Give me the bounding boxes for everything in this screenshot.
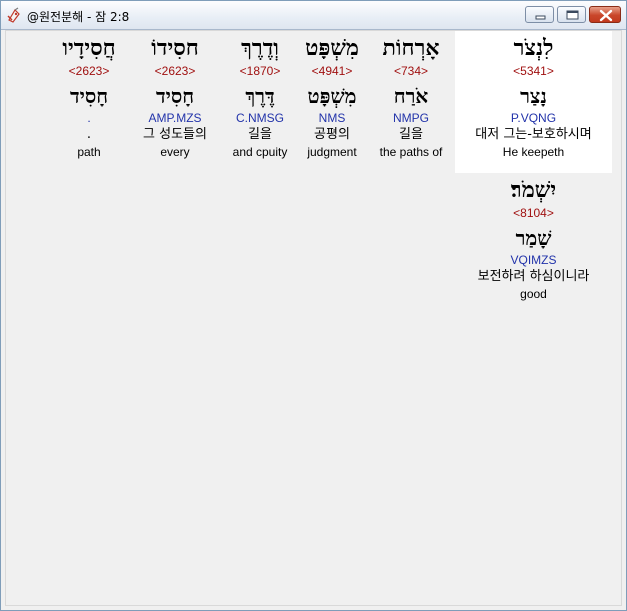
- hebrew-lemma: מִשְׁפָּט: [307, 84, 357, 108]
- korean-gloss: 길을: [399, 127, 423, 142]
- hebrew-lemma: חָסִיד: [69, 84, 109, 108]
- hebrew-word: מִשְׁפָּט: [305, 35, 359, 61]
- morphology-code: VQIMZS: [510, 253, 557, 267]
- korean-gloss: 대저 그는-보호하시며: [475, 127, 592, 142]
- morphology-code: C.NMSG: [236, 111, 284, 125]
- english-gloss: good: [520, 287, 547, 301]
- morphology-code: NMPG: [393, 111, 429, 125]
- hebrew-word: יִשְׁמֹר׃: [510, 177, 557, 203]
- strong-number[interactable]: <734>: [368, 63, 454, 79]
- word-column[interactable]: חסִידוֹ <2623> חָסִיד AMP.MZS 그 성도들의 eve…: [132, 33, 218, 160]
- strong-number[interactable]: <2623>: [46, 63, 132, 79]
- word-column[interactable]: אָרְחוֹת <734> אֹרַח NMPG 길을 the paths o…: [368, 33, 454, 160]
- english-gloss: the paths of: [379, 145, 443, 159]
- korean-gloss: 길을: [248, 127, 272, 142]
- strong-number[interactable]: <8104>: [455, 205, 612, 221]
- hebrew-word: חסִידוֹ: [151, 35, 199, 61]
- app-window: @원전분해 - 잠 2:8 חֲסִידָיו <2623> חָסִיד .: [0, 0, 627, 611]
- hebrew-word: חֲסִידָיו: [62, 35, 116, 61]
- morphology-code: P.VQNG: [510, 111, 557, 125]
- korean-gloss: 그 성도들의: [143, 127, 207, 142]
- morphology-code: .: [87, 111, 91, 125]
- korean-gloss: 공평의: [314, 127, 350, 142]
- hebrew-lemma: שָׁמַר: [515, 226, 552, 250]
- app-logo-icon: [6, 7, 22, 23]
- word-column-selected[interactable]: לִנְצֹר <5341> נָצַר P.VQNG 대저 그는-보호하시며 …: [455, 33, 612, 160]
- morphology-code: AMP.MZS: [148, 111, 202, 125]
- window-title: @원전분해 - 잠 2:8: [27, 10, 130, 24]
- word-column[interactable]: חֲסִידָיו <2623> חָסִיד . . path: [46, 33, 132, 160]
- korean-gloss: 보전하려 하심이니라: [477, 269, 590, 284]
- korean-gloss: .: [86, 127, 92, 142]
- english-gloss: judgment: [307, 145, 357, 159]
- minimize-button[interactable]: [525, 6, 554, 23]
- hebrew-word: לִנְצֹר: [513, 35, 554, 61]
- word-column[interactable]: יִשְׁמֹר׃ <8104> שָׁמַר VQIMZS 보전하려 하심이니…: [455, 175, 612, 302]
- close-button[interactable]: [589, 6, 621, 23]
- strong-number[interactable]: <1870>: [218, 63, 302, 79]
- english-gloss: path: [77, 145, 101, 159]
- interlinear-panel[interactable]: חֲסִידָיו <2623> חָסִיד . . path חסִידוֹ…: [5, 30, 622, 606]
- hebrew-lemma: חָסִיד: [155, 84, 195, 108]
- hebrew-lemma: נָצַר: [520, 84, 547, 108]
- hebrew-word: אָרְחוֹת: [382, 35, 440, 61]
- english-gloss: and cpuity: [232, 145, 288, 159]
- title-bar[interactable]: @원전분해 - 잠 2:8: [1, 1, 626, 30]
- morphology-code: NMS: [318, 111, 346, 125]
- hebrew-lemma: דֶּרֶךְ: [245, 84, 275, 108]
- english-gloss: every: [160, 145, 190, 159]
- hebrew-word: וְדֶרֶךְ: [241, 35, 279, 61]
- strong-number[interactable]: <4941>: [302, 63, 362, 79]
- word-column[interactable]: וְדֶרֶךְ <1870> דֶּרֶךְ C.NMSG 길을 and cp…: [218, 33, 302, 160]
- word-column[interactable]: מִשְׁפָּט <4941> מִשְׁפָּט NMS 공평의 judgm…: [302, 33, 362, 160]
- english-gloss: He keepeth: [502, 145, 565, 159]
- maximize-button[interactable]: [557, 6, 586, 23]
- strong-number[interactable]: <2623>: [132, 63, 218, 79]
- strong-number[interactable]: <5341>: [455, 63, 612, 79]
- hebrew-lemma: אֹרַח: [393, 84, 429, 108]
